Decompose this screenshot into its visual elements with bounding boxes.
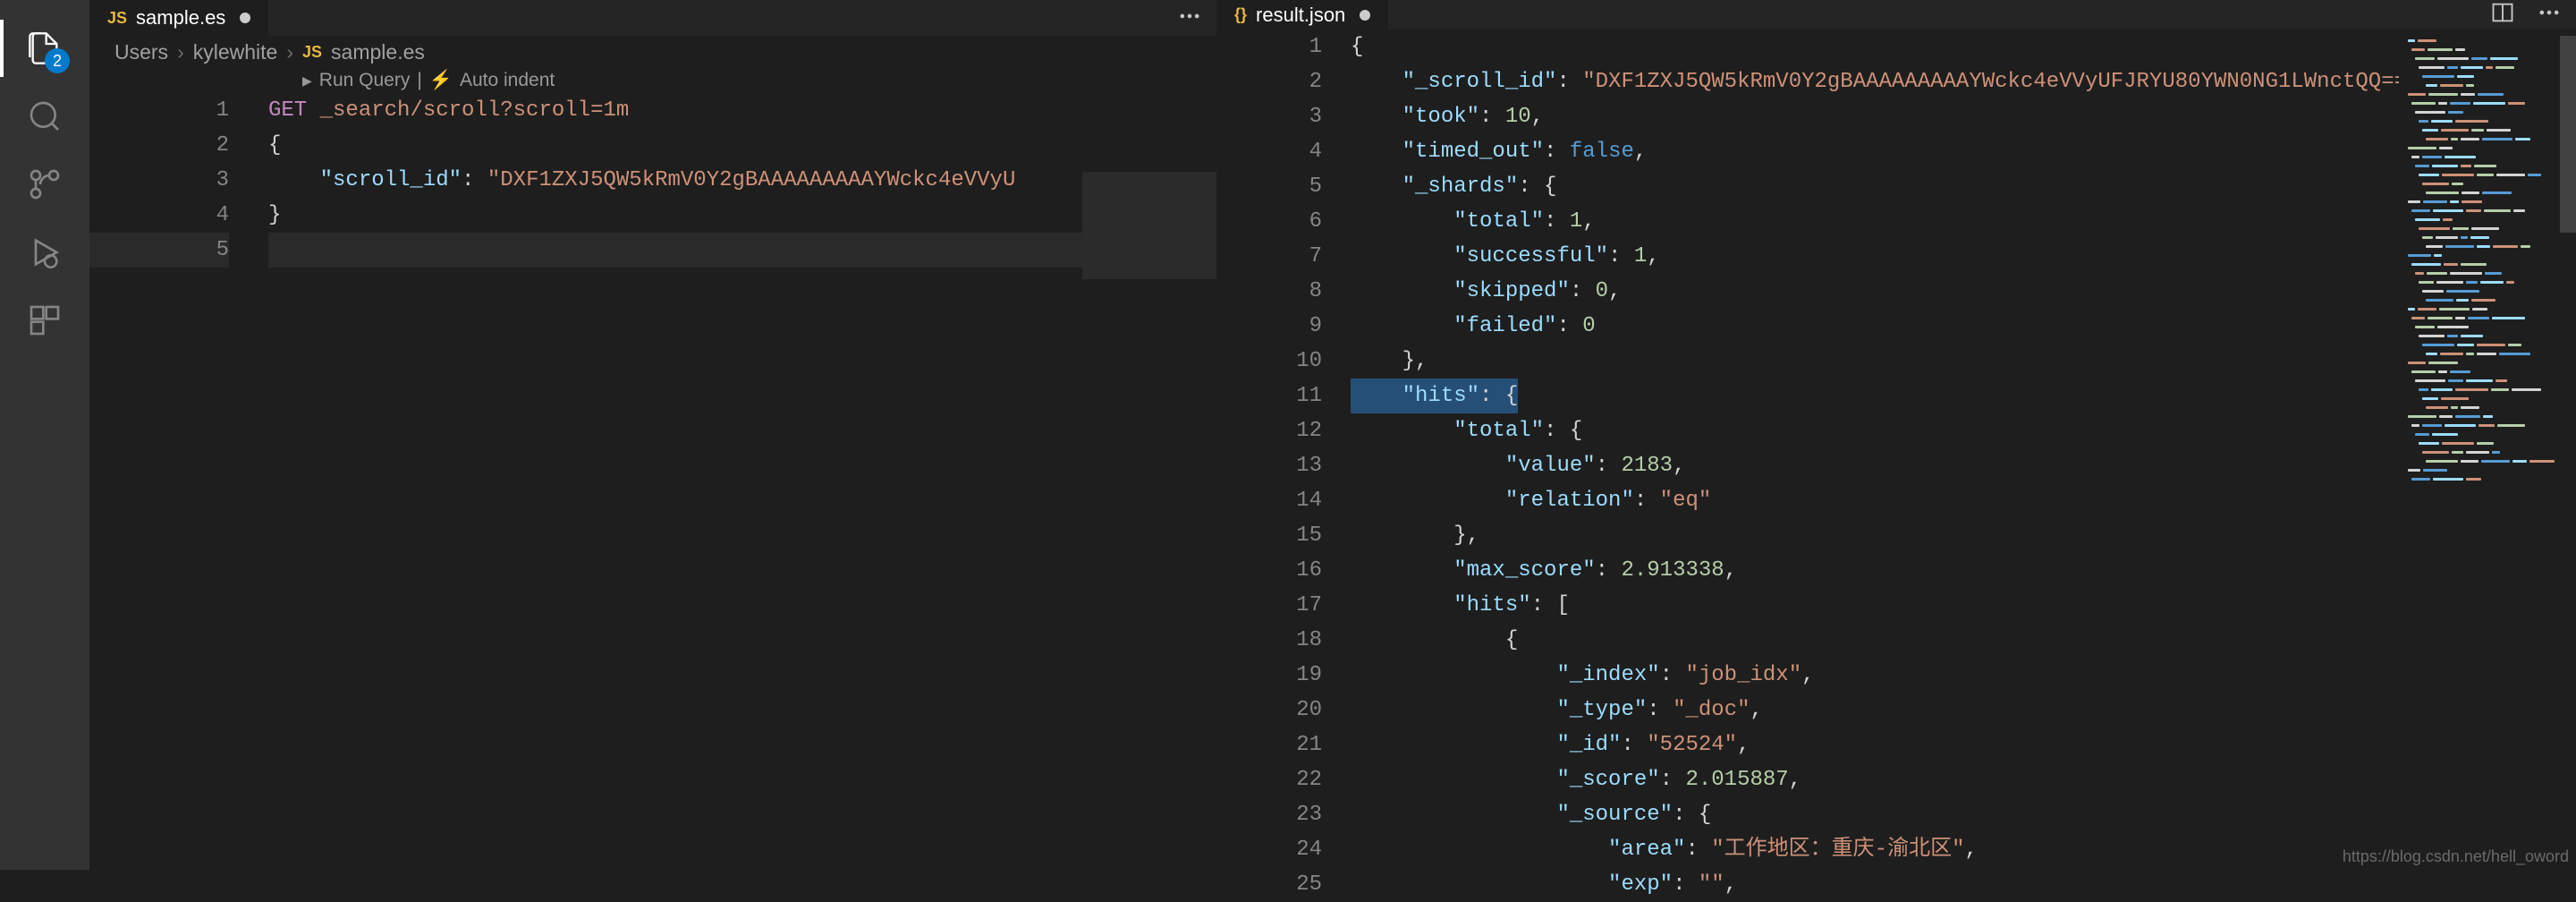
activity-bar: 2 [0, 0, 89, 870]
scrollbar[interactable] [2560, 36, 2576, 870]
more-actions-icon[interactable] [2537, 0, 2562, 30]
js-file-icon: JS [302, 43, 322, 62]
source-control-icon[interactable] [23, 163, 66, 206]
editor-body-left[interactable]: 12345 GET _search/scroll?scroll=1m{ "scr… [89, 93, 1216, 870]
tab-bar-left: JS sample.es [89, 0, 1216, 36]
breadcrumb[interactable]: Users › kylewhite › JS sample.es [89, 36, 1216, 68]
extensions-icon[interactable] [23, 299, 66, 342]
json-file-icon: {} [1234, 5, 1247, 24]
chevron-right-icon: › [177, 40, 184, 64]
chevron-right-icon: › [286, 40, 293, 64]
breadcrumb-item[interactable]: kylewhite [193, 40, 278, 64]
line-gutter: 1234567891011121314151617181920212223242… [1216, 30, 1351, 902]
code-area[interactable]: GET _search/scroll?scroll=1m{ "scroll_id… [268, 93, 1216, 870]
watermark: https://blog.csdn.net/hell_oword [2343, 847, 2569, 866]
codelens: ▶ Run Query | ⚡ Auto indent [89, 68, 1216, 93]
bolt-icon: ⚡ [429, 70, 453, 91]
more-actions-icon[interactable] [1177, 4, 1202, 33]
tab-bar-right: {} result.json [1216, 0, 2576, 30]
dirty-indicator [240, 13, 250, 23]
editor-group-right: {} result.json 1234567891011121314151617… [1216, 0, 2576, 870]
editor-body-right[interactable]: 1234567891011121314151617181920212223242… [1216, 30, 2576, 902]
auto-indent-link[interactable]: Auto indent [460, 70, 555, 91]
tab-result-json[interactable]: {} result.json [1216, 0, 1389, 30]
minimap[interactable] [1082, 172, 1216, 870]
explorer-badge: 2 [45, 48, 70, 73]
editor-group-left: JS sample.es Users › kylewhite › JS samp… [89, 0, 1216, 870]
minimap-viewport[interactable] [1082, 172, 1216, 279]
play-icon: ▶ [302, 73, 312, 89]
codelens-sep: | [417, 70, 421, 91]
minimap[interactable] [2399, 36, 2560, 870]
search-icon[interactable] [23, 95, 66, 138]
line-gutter: 12345 [89, 93, 268, 870]
minimap-content [2399, 36, 2560, 490]
js-file-icon: JS [107, 9, 127, 28]
tab-sample-es[interactable]: JS sample.es [89, 0, 269, 36]
run-debug-icon[interactable] [23, 231, 66, 274]
tab-filename: result.json [1256, 4, 1345, 27]
code-area[interactable]: { "_scroll_id": "DXF1ZXJ5QW5kRmV0Y2gBAAA… [1351, 30, 2576, 902]
dirty-indicator [1360, 10, 1370, 21]
scroll-thumb[interactable] [2560, 36, 2576, 233]
breadcrumb-item[interactable]: sample.es [331, 40, 425, 64]
breadcrumb-item[interactable]: Users [114, 40, 168, 64]
explorer-icon[interactable]: 2 [23, 27, 66, 70]
tab-filename: sample.es [136, 6, 225, 30]
split-editor-icon[interactable] [2490, 0, 2515, 30]
run-query-link[interactable]: Run Query [319, 70, 411, 91]
